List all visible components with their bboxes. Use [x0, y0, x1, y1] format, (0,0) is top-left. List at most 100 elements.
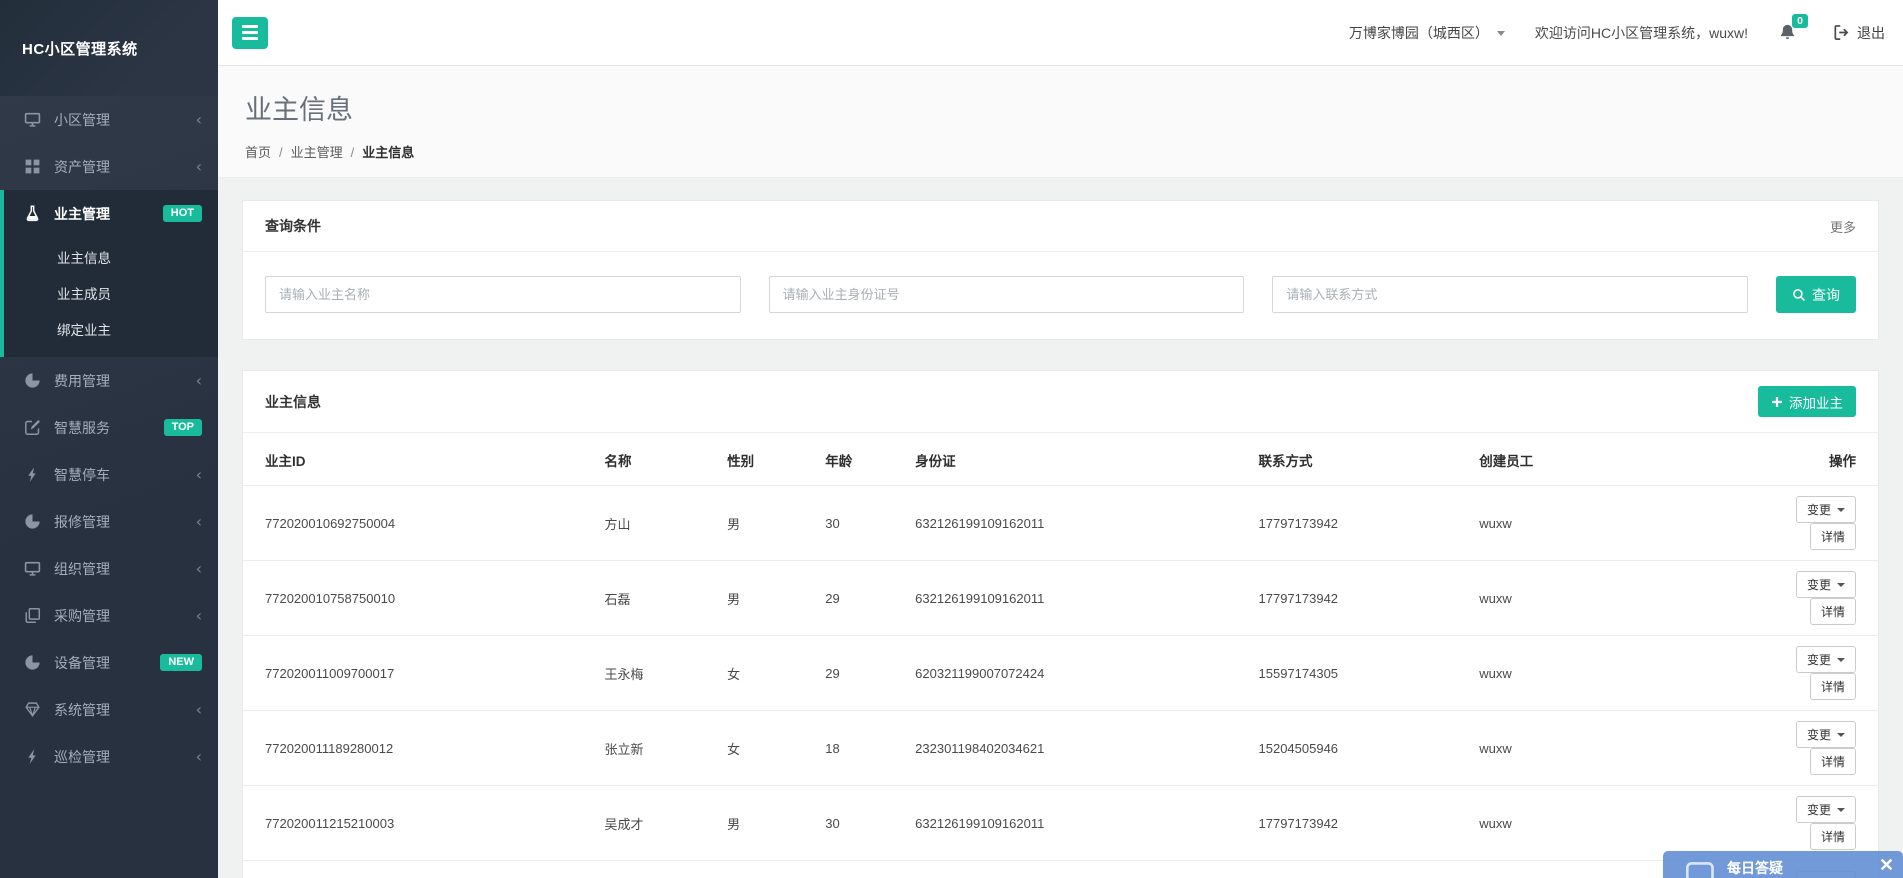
table-row: 772020011255480002高原男35118939938888wuxw变…: [243, 861, 1878, 878]
topbar-right: 万博家博园（城西区） 欢迎访问HC小区管理系统，wuxw! 0 退出: [1349, 23, 1885, 43]
cell-gender: 男: [717, 861, 815, 878]
owner-idcard-input[interactable]: [769, 276, 1245, 313]
owners-panel-title: 业主信息: [265, 392, 321, 412]
detail-button-label: 详情: [1821, 528, 1845, 545]
cell-phone: 17797173942: [1249, 786, 1470, 861]
detail-button[interactable]: 详情: [1810, 523, 1856, 550]
sidebar-menu: 小区管理‹资产管理‹业主管理HOT业主信息业主成员绑定业主费用管理‹智慧服务TO…: [0, 96, 218, 780]
table-row: 772020011009700017王永梅女296203211990070724…: [243, 636, 1878, 711]
detail-button[interactable]: 详情: [1810, 748, 1856, 775]
sidebar-toggle-button[interactable]: [232, 17, 268, 49]
cell-id_card: 620321199007072424: [905, 636, 1248, 711]
column-header-5: 联系方式: [1249, 433, 1470, 486]
caret-down-icon: [1837, 583, 1845, 587]
owner-phone-input[interactable]: [1272, 276, 1748, 313]
cell-id_card: 232301198402034621: [905, 711, 1248, 786]
change-button[interactable]: 变更: [1796, 496, 1856, 523]
caret-down-icon: [1837, 508, 1845, 512]
search-button-label: 查询: [1812, 285, 1840, 305]
change-button[interactable]: 变更: [1796, 571, 1856, 598]
cell-gender: 男: [717, 561, 815, 636]
sidebar-item-3[interactable]: 费用管理‹: [0, 357, 218, 404]
cell-creator: wuxw: [1469, 786, 1755, 861]
cell-id_card: 632126199109162011: [905, 486, 1248, 561]
cell-age: 30: [815, 486, 905, 561]
sidebar-group-6: 报修管理‹: [0, 498, 218, 545]
sidebar-item-5[interactable]: 智慧停车‹: [0, 451, 218, 498]
search-button[interactable]: 查询: [1776, 276, 1856, 313]
chat-widget[interactable]: 每日答疑: [1663, 851, 1903, 878]
sidebar-item-label: 采购管理: [54, 606, 196, 626]
cell-name: 高原: [595, 861, 718, 878]
sidebar-subitem-2-1[interactable]: 业主成员: [4, 275, 218, 311]
sidebar-group-0: 小区管理‹: [0, 96, 218, 143]
breadcrumb-parent[interactable]: 业主管理: [291, 145, 343, 160]
owners-panel-header: 业主信息 添加业主: [243, 371, 1878, 433]
chat-widget-close-button[interactable]: [1880, 858, 1893, 873]
sidebar-item-label: 智慧停车: [54, 465, 196, 485]
table-row: 772020010692750004方山男3063212619910916201…: [243, 486, 1878, 561]
change-button-label: 变更: [1807, 801, 1831, 818]
owner-name-input[interactable]: [265, 276, 741, 313]
sidebar-item-11[interactable]: 巡检管理‹: [0, 733, 218, 780]
monitor-icon: [24, 560, 41, 577]
sidebar-subitem-2-2[interactable]: 绑定业主: [4, 311, 218, 347]
notification-count-badge: 0: [1792, 14, 1808, 28]
close-icon: [1880, 858, 1893, 871]
sidebar-group-1: 资产管理‹: [0, 143, 218, 190]
flask-icon: [24, 205, 41, 222]
owners-table-body: 772020010692750004方山男3063212619910916201…: [243, 486, 1878, 878]
query-panel-header: 查询条件 更多: [243, 201, 1878, 252]
cell-gender: 女: [717, 711, 815, 786]
sidebar-item-4[interactable]: 智慧服务TOP: [0, 404, 218, 451]
sidebar-item-1[interactable]: 资产管理‹: [0, 143, 218, 190]
sidebar-subitem-2-0[interactable]: 业主信息: [4, 239, 218, 275]
sidebar-item-0[interactable]: 小区管理‹: [0, 96, 218, 143]
cell-age: 29: [815, 636, 905, 711]
community-selector-label: 万博家博园（城西区）: [1349, 23, 1489, 43]
breadcrumb-home[interactable]: 首页: [245, 145, 271, 160]
sidebar-group-9: 设备管理NEW: [0, 639, 218, 686]
sidebar-item-6[interactable]: 报修管理‹: [0, 498, 218, 545]
column-header-0: 业主ID: [243, 433, 595, 486]
community-selector[interactable]: 万博家博园（城西区）: [1349, 23, 1505, 43]
breadcrumb: 首页/业主管理/业主信息: [245, 142, 1876, 161]
table-row: 772020010758750010石磊男2963212619910916201…: [243, 561, 1878, 636]
welcome-text: 欢迎访问HC小区管理系统，wuxw!: [1535, 23, 1748, 43]
detail-button[interactable]: 详情: [1810, 673, 1856, 700]
content-body: 查询条件 更多 查询: [218, 178, 1903, 878]
change-button[interactable]: 变更: [1796, 646, 1856, 673]
app-window: HC小区管理系统 小区管理‹资产管理‹业主管理HOT业主信息业主成员绑定业主费用…: [0, 0, 1903, 878]
query-form: 查询: [243, 252, 1878, 339]
sidebar-item-9[interactable]: 设备管理NEW: [0, 639, 218, 686]
cell-actions: 变更详情: [1755, 561, 1878, 636]
sidebar-item-10[interactable]: 系统管理‹: [0, 686, 218, 733]
cell-id: 772020011189280012: [243, 711, 595, 786]
logout-label: 退出: [1857, 23, 1885, 43]
detail-button[interactable]: 详情: [1810, 598, 1856, 625]
sidebar-item-label: 智慧服务: [54, 418, 164, 438]
chevron-left-icon: ‹: [196, 561, 202, 577]
sidebar-group-11: 巡检管理‹: [0, 733, 218, 780]
change-button[interactable]: 变更: [1796, 721, 1856, 748]
detail-button[interactable]: 详情: [1810, 823, 1856, 850]
logout-button[interactable]: 退出: [1833, 23, 1885, 43]
sidebar-item-2[interactable]: 业主管理HOT: [4, 190, 218, 237]
sidebar-submenu: 业主信息业主成员绑定业主: [4, 237, 218, 357]
gem-icon: [24, 701, 41, 718]
hamburger-icon: [242, 25, 258, 40]
sidebar-item-8[interactable]: 采购管理‹: [0, 592, 218, 639]
notifications-button[interactable]: 0: [1778, 23, 1797, 42]
cell-id_card: 1: [905, 861, 1248, 878]
chevron-left-icon: ‹: [196, 467, 202, 483]
sidebar-item-label: 费用管理: [54, 371, 196, 391]
column-header-6: 创建员工: [1469, 433, 1755, 486]
sidebar-item-7[interactable]: 组织管理‹: [0, 545, 218, 592]
column-header-4: 身份证: [905, 433, 1248, 486]
cell-id: 772020011255480002: [243, 861, 595, 878]
more-link[interactable]: 更多: [1830, 217, 1856, 236]
sidebar-subitem-label: 绑定业主: [57, 319, 111, 339]
add-owner-button[interactable]: 添加业主: [1758, 386, 1856, 417]
change-button[interactable]: 变更: [1796, 796, 1856, 823]
cell-id: 772020011009700017: [243, 636, 595, 711]
